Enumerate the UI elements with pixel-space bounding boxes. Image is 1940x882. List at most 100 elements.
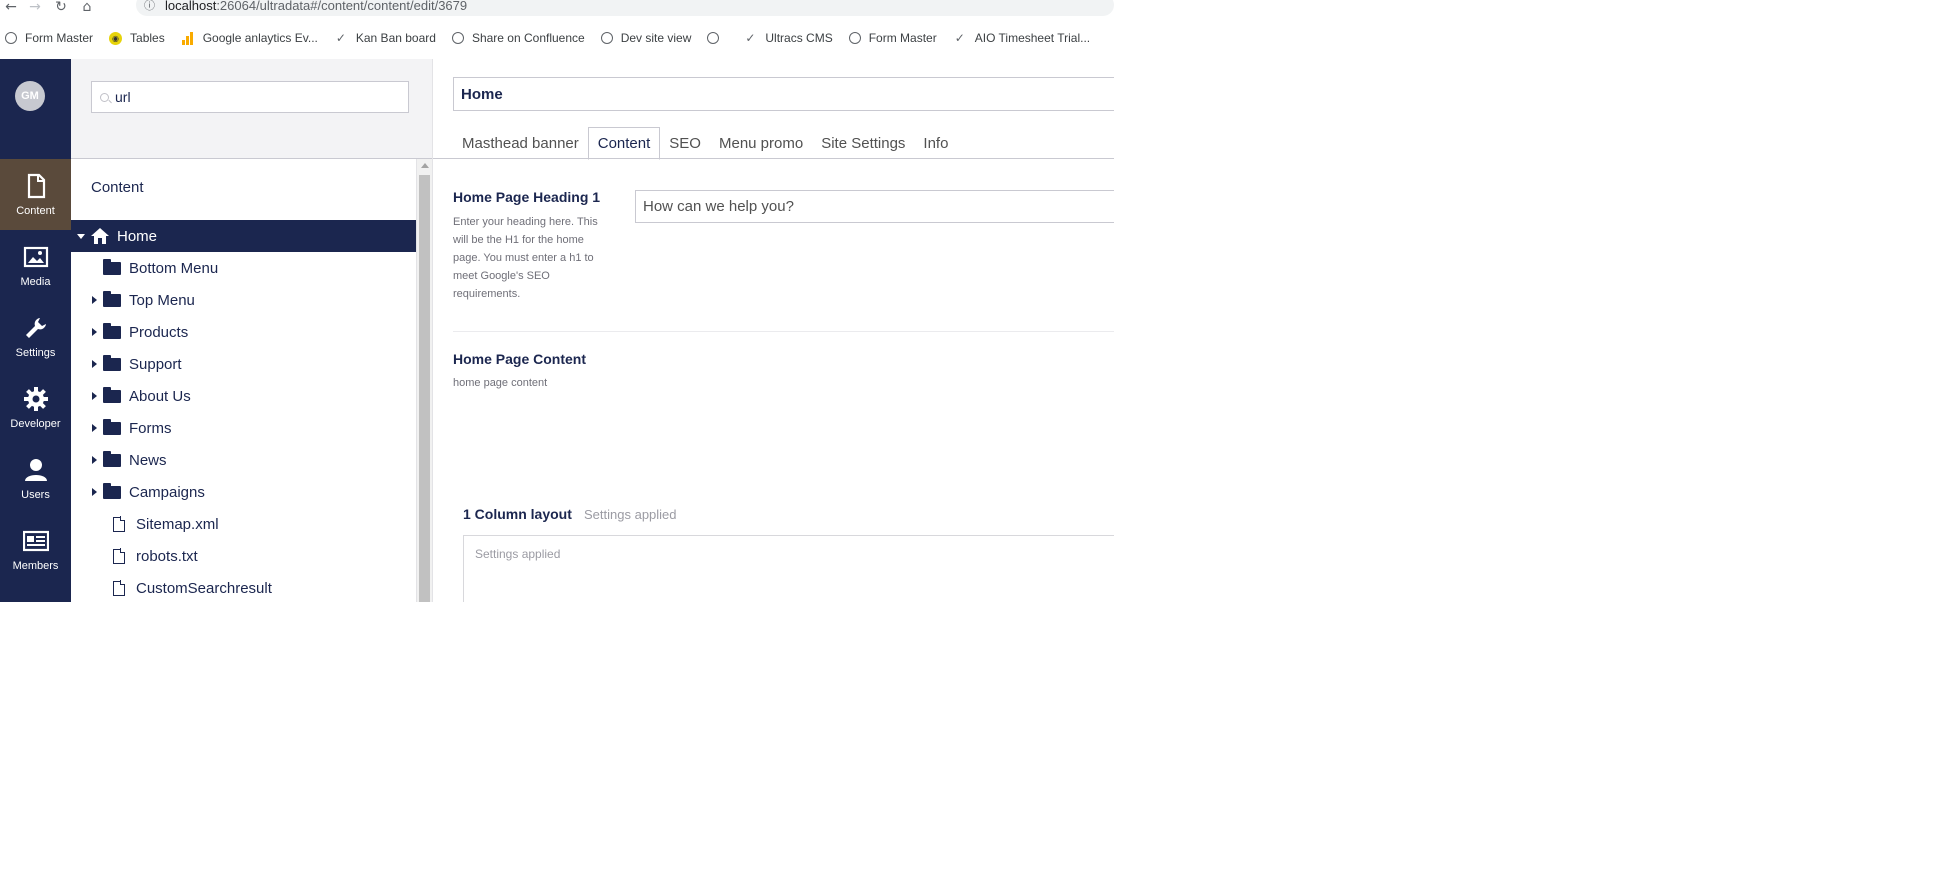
tab-seo[interactable]: SEO <box>660 127 710 159</box>
swoosh-icon: ✓ <box>745 31 756 45</box>
bookmark-google-analytics[interactable]: Google anlaytics Ev... <box>181 31 318 45</box>
tree-item-label: robots.txt <box>136 547 198 565</box>
scroll-thumb[interactable] <box>419 175 430 602</box>
caret-right-icon[interactable] <box>92 488 97 496</box>
caret-right-icon[interactable] <box>92 424 97 432</box>
bookmark-unnamed[interactable] <box>707 32 727 44</box>
tree-item-news[interactable]: News <box>71 444 416 476</box>
tab-masthead-banner[interactable]: Masthead banner <box>453 127 588 159</box>
image-icon <box>23 246 48 267</box>
section-media[interactable]: Media <box>0 230 71 301</box>
node-name-input[interactable] <box>453 77 1114 111</box>
bookmark-confluence[interactable]: Share on Confluence <box>451 31 585 45</box>
document-icon <box>113 580 126 596</box>
tree-item-home[interactable]: Home <box>71 220 416 252</box>
tree-item-top-menu[interactable]: Top Menu <box>71 284 416 316</box>
tree-item-custom-search[interactable]: CustomSearchresult <box>71 572 416 602</box>
url-field[interactable]: ⓘ localhost:26064/ultradata#/content/con… <box>136 0 1114 16</box>
url-host: localhost <box>165 0 217 13</box>
section-members[interactable]: Members <box>0 514 71 585</box>
content-editor: Masthead banner Content SEO Menu promo S… <box>433 59 1114 602</box>
tree-item-bottom-menu[interactable]: Bottom Menu <box>71 252 416 284</box>
bookmark-label: Form Master <box>868 31 937 45</box>
tree-title: Content <box>91 179 144 196</box>
analytics-bars-icon <box>181 31 195 45</box>
bookmark-ultracs[interactable]: ✓ Ultracs CMS <box>743 31 832 45</box>
browser-viewport: ← → ↻ ⌂ ⓘ localhost:26064/ultradata#/con… <box>0 0 1114 602</box>
caret-right-icon[interactable] <box>92 456 97 464</box>
caret-right-icon[interactable] <box>92 360 97 368</box>
layout-box-text: Settings applied <box>475 547 561 561</box>
tree-item-about-us[interactable]: About Us <box>71 380 416 412</box>
section-label: Media <box>20 275 51 288</box>
bookmark-label: Form Master <box>25 31 94 45</box>
tree-item-sitemap[interactable]: Sitemap.xml <box>71 508 416 540</box>
reload-icon[interactable]: ↻ <box>50 0 72 14</box>
content-label: Home Page Content <box>453 351 587 367</box>
bookmark-dev-site[interactable]: Dev site view <box>600 31 691 45</box>
tree-scrollbar[interactable] <box>416 159 432 602</box>
folder-icon <box>103 290 121 307</box>
caret-down-icon[interactable] <box>77 233 85 239</box>
tree-item-label: About Us <box>129 387 191 405</box>
tab-content[interactable]: Content <box>587 127 661 160</box>
search-input[interactable] <box>115 89 395 105</box>
heading-label: Home Page Heading 1 <box>453 189 601 205</box>
folder-icon <box>103 482 121 499</box>
heading-description: Enter your heading here. This will be th… <box>453 216 598 300</box>
tab-info[interactable]: Info <box>914 127 957 159</box>
section-label: Users <box>21 488 50 501</box>
home-icon <box>91 228 109 244</box>
caret-right-icon[interactable] <box>92 392 97 400</box>
tables-icon: ◉ <box>109 31 123 45</box>
content-description: home page content <box>453 377 548 389</box>
section-label: Developer <box>10 417 61 430</box>
avatar[interactable]: GM <box>15 81 45 111</box>
scroll-up-arrow-icon[interactable] <box>421 163 429 168</box>
address-bar: ← → ↻ ⌂ ⓘ localhost:26064/ultradata#/con… <box>0 0 1114 16</box>
url-path: :26064/ultradata#/content/content/edit/3… <box>216 0 468 13</box>
layout-title: 1 Column layout <box>463 506 572 522</box>
caret-right-icon[interactable] <box>92 296 97 304</box>
search-icon <box>100 92 109 102</box>
section-settings[interactable]: Settings <box>0 301 71 372</box>
home-icon[interactable]: ⌂ <box>76 0 98 14</box>
search-box[interactable] <box>91 81 409 113</box>
folder-icon <box>103 258 121 275</box>
tree-item-robots[interactable]: robots.txt <box>71 540 416 572</box>
bookmark-label: Share on Confluence <box>471 31 585 45</box>
tree-item-campaigns[interactable]: Campaigns <box>71 476 416 508</box>
folder-icon <box>103 386 121 403</box>
content-tree: Content Home Bottom Menu Top Menu Produc… <box>71 159 416 602</box>
tab-site-settings[interactable]: Site Settings <box>812 127 914 159</box>
tree-item-label: CustomSearchresult <box>136 579 272 597</box>
forward-arrow-icon[interactable]: → <box>24 0 46 14</box>
bookmark-kanban[interactable]: ✓ Kan Ban board <box>334 31 436 45</box>
section-content[interactable]: Content <box>0 159 71 230</box>
globe-icon <box>600 32 613 44</box>
tab-menu-promo[interactable]: Menu promo <box>710 127 812 159</box>
tree-item-support[interactable]: Support <box>71 348 416 380</box>
id-card-icon <box>22 530 49 551</box>
section-rail: GM Content Media Settings Developer User… <box>0 59 71 602</box>
bookmark-form-master-2[interactable]: Form Master <box>848 31 937 45</box>
section-users[interactable]: Users <box>0 443 71 514</box>
globe-icon <box>5 32 17 44</box>
section-developer[interactable]: Developer <box>0 372 71 443</box>
bookmark-form-master[interactable]: Form Master <box>5 31 93 45</box>
bookmarks-bar: Form Master ◉ Tables Google anlaytics Ev.… <box>0 28 1114 48</box>
caret-right-icon[interactable] <box>92 328 97 336</box>
layout-settings-status: Settings applied <box>584 507 677 522</box>
heading-input[interactable] <box>635 190 1114 223</box>
tree-item-products[interactable]: Products <box>71 316 416 348</box>
tree-item-label: Forms <box>129 419 172 437</box>
bookmark-aio-timesheet[interactable]: ✓ AIO Timesheet Trial... <box>953 31 1090 45</box>
back-arrow-icon[interactable]: ← <box>0 0 22 14</box>
grid-layout-area[interactable]: Settings applied <box>463 535 1114 602</box>
bookmark-label: Google anlaytics Ev... <box>202 31 318 45</box>
tree-item-forms[interactable]: Forms <box>71 412 416 444</box>
folder-icon <box>103 418 121 435</box>
site-info-icon[interactable]: ⓘ <box>144 0 155 13</box>
bookmark-tables[interactable]: ◉ Tables <box>109 31 165 45</box>
property-separator <box>453 331 1114 332</box>
